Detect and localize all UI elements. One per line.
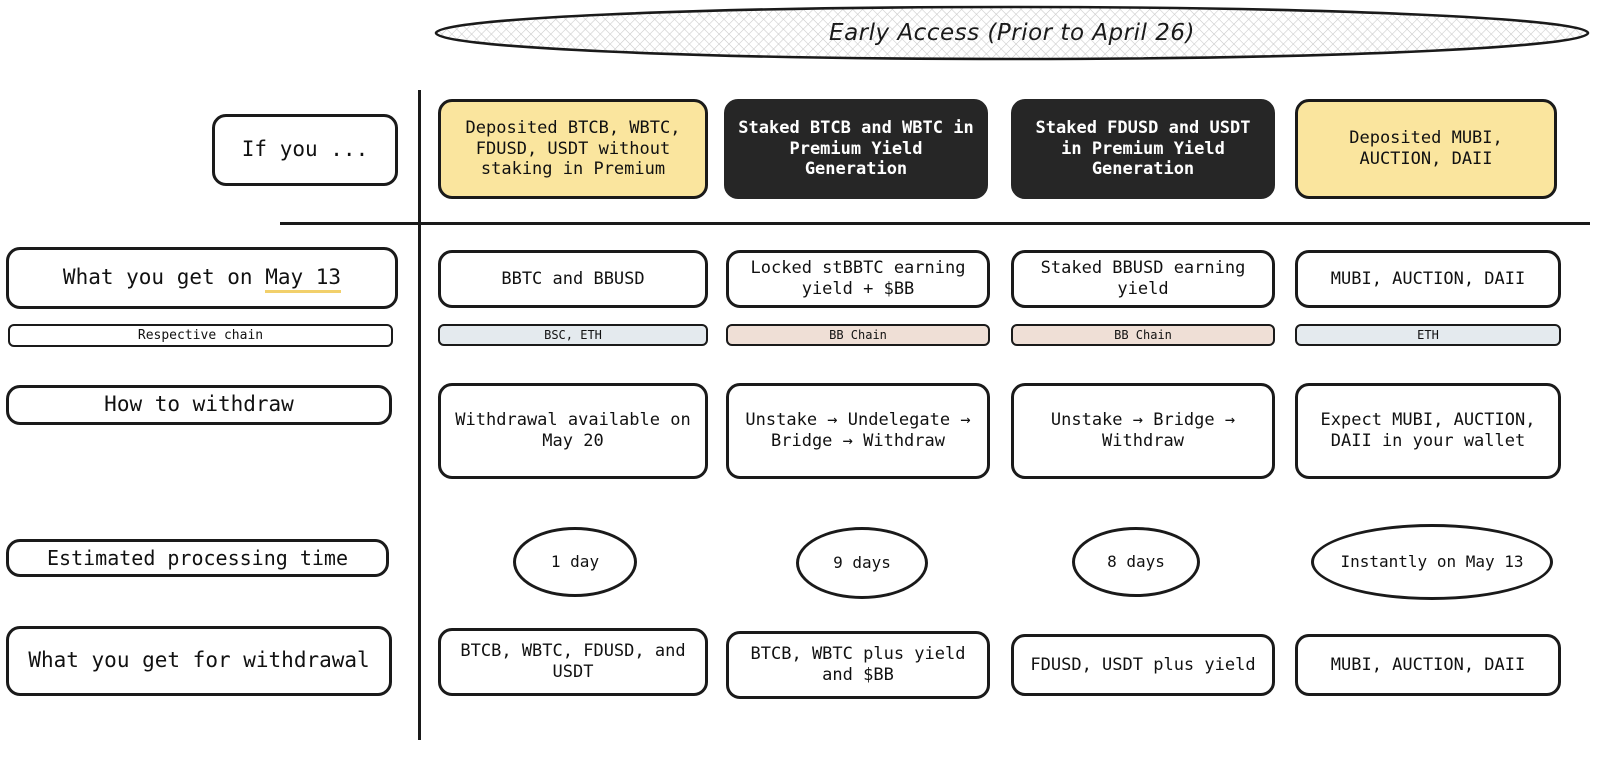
chain-badge-col-4-text: ETH <box>1417 328 1439 342</box>
result-card-col-3-text: FDUSD, USDT plus yield <box>1030 654 1256 675</box>
processing-time-col-1: 1 day <box>513 527 637 597</box>
withdraw-card-col-1-text: Withdrawal available on May 20 <box>455 410 691 451</box>
may13-card-col-3: Staked BBUSD earning yield <box>1011 250 1275 308</box>
processing-time-col-2-text: 9 days <box>833 553 891 572</box>
result-card-col-1-text: BTCB, WBTC, FDUSD, and USDT <box>460 641 686 682</box>
header-card-col-1: Deposited BTCB, WBTC, FDUSD, USDT withou… <box>438 99 708 199</box>
header-card-col-2: Staked BTCB and WBTC in Premium Yield Ge… <box>724 99 988 199</box>
early-access-banner: Early Access (Prior to April 26) <box>432 4 1592 62</box>
result-card-col-3: FDUSD, USDT plus yield <box>1011 634 1275 696</box>
result-card-col-1: BTCB, WBTC, FDUSD, and USDT <box>438 628 708 696</box>
may13-card-col-4-text: MUBI, AUCTION, DAII <box>1330 268 1526 289</box>
row-label-respective-chain: Respective chain <box>8 324 393 347</box>
chain-badge-col-2-text: BB Chain <box>829 328 887 342</box>
row-label-how-to-withdraw: How to withdraw <box>6 385 392 425</box>
row-label-respective-chain-text: Respective chain <box>137 328 264 343</box>
chain-badge-col-1-text: BSC, ETH <box>544 328 602 342</box>
result-card-col-2-text: BTCB, WBTC plus yield and $BB <box>750 644 966 685</box>
withdraw-card-col-1: Withdrawal available on May 20 <box>438 383 708 479</box>
header-card-col-3-text: Staked FDUSD and USDT in Premium Yield G… <box>1035 117 1251 180</box>
chain-badge-col-3-text: BB Chain <box>1114 328 1172 342</box>
may13-card-col-1-text: BBTC and BBUSD <box>501 268 645 289</box>
withdraw-card-col-2: Unstake → Undelegate → Bridge → Withdraw <box>726 383 990 479</box>
header-card-col-1-text: Deposited BTCB, WBTC, FDUSD, USDT withou… <box>465 117 681 180</box>
may13-card-col-2-text: Locked stBBTC earning yield + $BB <box>750 258 966 299</box>
chain-badge-col-4: ETH <box>1295 324 1561 346</box>
processing-time-col-4-text: Instantly on May 13 <box>1340 552 1524 571</box>
header-card-col-4-text: Deposited MUBI, AUCTION, DAII <box>1349 128 1503 169</box>
row-label-withdrawal-result: What you get for withdrawal <box>6 626 392 696</box>
header-card-col-3: Staked FDUSD and USDT in Premium Yield G… <box>1011 99 1275 199</box>
row-label-processing-time-text: Estimated processing time <box>46 545 349 570</box>
row-label-if-you-text: If you ... <box>241 137 369 162</box>
may13-card-col-1: BBTC and BBUSD <box>438 250 708 308</box>
row-label-how-to-withdraw-text: How to withdraw <box>104 392 294 417</box>
processing-time-col-3-text: 8 days <box>1107 552 1165 571</box>
header-card-col-4: Deposited MUBI, AUCTION, DAII <box>1295 99 1557 199</box>
vertical-divider <box>418 90 421 740</box>
withdraw-card-col-4: Expect MUBI, AUCTION, DAII in your walle… <box>1295 383 1561 479</box>
withdraw-card-col-2-text: Unstake → Undelegate → Bridge → Withdraw <box>745 410 971 451</box>
chain-badge-col-1: BSC, ETH <box>438 324 708 346</box>
row-label-what-you-get-may13: What you get on May 13 <box>6 247 398 309</box>
chain-badge-col-2: BB Chain <box>726 324 990 346</box>
processing-time-col-3: 8 days <box>1072 527 1200 597</box>
processing-time-col-4: Instantly on May 13 <box>1311 524 1553 600</box>
result-card-col-4: MUBI, AUCTION, DAII <box>1295 634 1561 696</box>
banner-ellipse-shape <box>434 5 1590 61</box>
withdraw-card-col-3: Unstake → Bridge → Withdraw <box>1011 383 1275 479</box>
processing-time-col-2: 9 days <box>796 527 928 599</box>
may13-card-col-4: MUBI, AUCTION, DAII <box>1295 250 1561 308</box>
row-label-may13-highlight: May 13 <box>265 265 342 294</box>
chain-badge-col-3: BB Chain <box>1011 324 1275 346</box>
row-label-withdrawal-result-text: What you get for withdrawal <box>28 648 370 673</box>
horizontal-divider <box>280 222 1590 225</box>
processing-time-col-1-text: 1 day <box>550 552 600 571</box>
header-card-col-2-text: Staked BTCB and WBTC in Premium Yield Ge… <box>738 117 974 180</box>
row-label-if-you: If you ... <box>212 114 398 186</box>
may13-card-col-2: Locked stBBTC earning yield + $BB <box>726 250 990 308</box>
withdraw-card-col-3-text: Unstake → Bridge → Withdraw <box>1050 410 1236 451</box>
withdraw-card-col-4-text: Expect MUBI, AUCTION, DAII in your walle… <box>1320 410 1536 451</box>
may13-card-col-3-text: Staked BBUSD earning yield <box>1040 258 1246 299</box>
row-label-may13-prefix: What you get on <box>62 265 266 290</box>
result-card-col-4-text: MUBI, AUCTION, DAII <box>1330 654 1526 675</box>
row-label-processing-time: Estimated processing time <box>6 539 389 577</box>
result-card-col-2: BTCB, WBTC plus yield and $BB <box>726 631 990 699</box>
